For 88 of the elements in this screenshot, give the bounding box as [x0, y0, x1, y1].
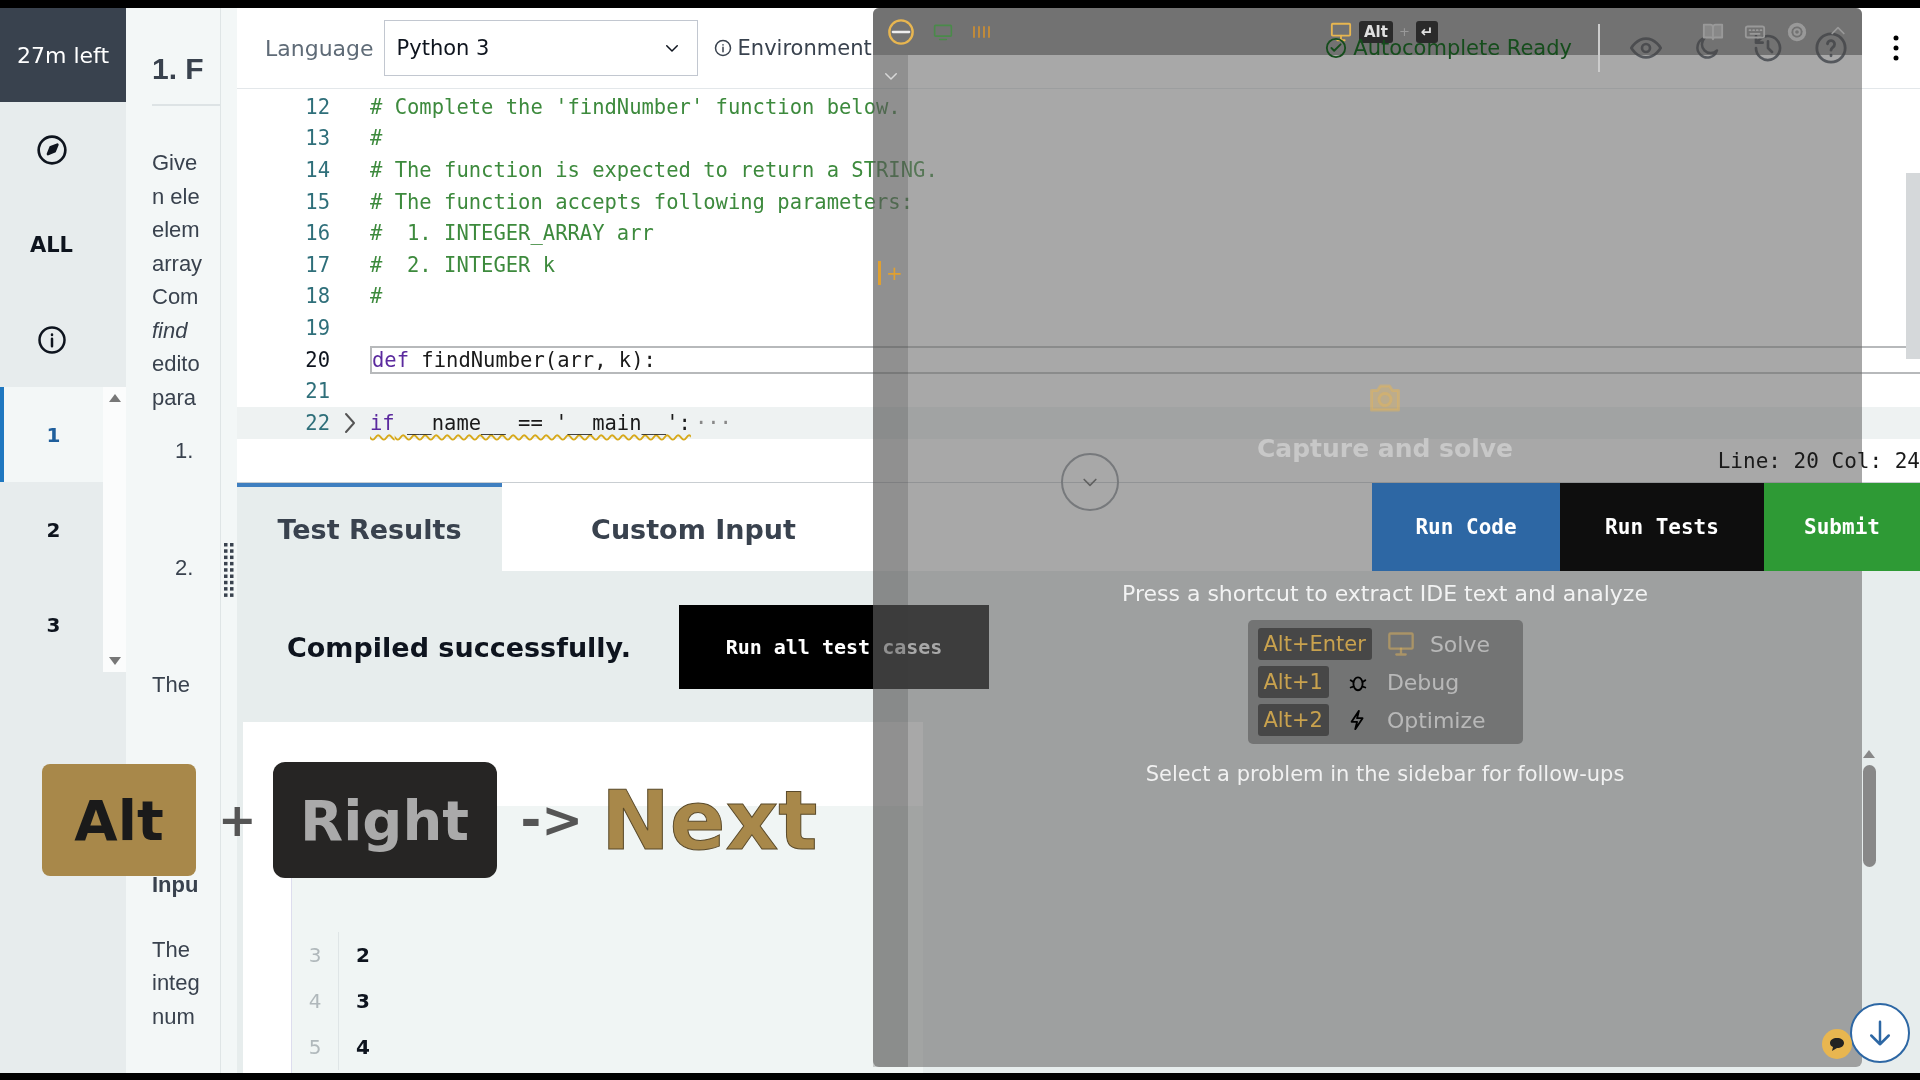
monitor-icon [1329, 20, 1353, 43]
environment-link[interactable]: Environment [713, 36, 872, 60]
code-line: # 1. INTEGER_ARRAY arr [370, 220, 654, 248]
hotkey-plus: + [1398, 24, 1410, 39]
overlay-footer: Select a problem in the sidebar for follow-ups [1145, 762, 1625, 786]
code-line: def findNumber(arr, k): [370, 345, 1920, 374]
more-icon [1892, 35, 1900, 61]
signal-bars-icon [971, 24, 991, 39]
shortcut-key[interactable]: Alt+Enter [1257, 628, 1372, 660]
problem-text: 2. [174, 554, 195, 582]
key-cap: Right [272, 762, 497, 878]
line-number: 17 [304, 252, 330, 277]
problem-text: edito [152, 350, 201, 378]
scroll-up-icon [107, 393, 122, 403]
question-tab[interactable]: 3 [0, 577, 103, 672]
problem-text: Give [152, 149, 199, 177]
submit-button[interactable]: Submit [1764, 483, 1920, 571]
problem-text: The [152, 935, 191, 964]
line-number: 4 [292, 978, 339, 1024]
line-number: 14 [304, 158, 330, 182]
problem-text: The [152, 671, 191, 699]
hotkey-key: Alt [1359, 20, 1393, 43]
scrollbar-thumb[interactable] [1862, 765, 1876, 867]
problem-text: num [152, 1002, 196, 1031]
code-line: # [370, 283, 383, 311]
drag-handle-icon [224, 542, 234, 599]
shortcut-key[interactable]: Alt+2 [1257, 704, 1329, 736]
output-value: 2 [356, 943, 370, 967]
run-button[interactable]: Run Code [1372, 483, 1560, 571]
line-number: 20 [304, 347, 330, 372]
problem-text: elem [152, 216, 201, 244]
run-all-button[interactable]: Run all test cases [679, 605, 989, 689]
scroll-down-button[interactable] [1850, 1003, 1910, 1063]
scroll-down-icon [107, 656, 122, 666]
problem-text: integ [152, 969, 201, 997]
line-number: 15 [304, 189, 330, 214]
line-number: 12 [304, 94, 330, 119]
arrow-sign: -> [520, 791, 584, 849]
overlay-hint: Press a shortcut to extract IDE text and analyze [1122, 581, 1648, 606]
check-circle-icon [1325, 37, 1348, 59]
chat-icon[interactable] [1822, 1029, 1852, 1059]
timer: 27m left [0, 8, 126, 102]
speech-bubble-icon [1828, 1036, 1846, 1052]
shortcut-key[interactable]: Alt+1 [1257, 666, 1329, 698]
scroll-up-icon [1862, 749, 1876, 759]
output-value: 4 [356, 1035, 370, 1059]
key-cap: Alt [42, 764, 196, 876]
line-number: 3 [292, 932, 339, 978]
output-value: 3 [356, 989, 370, 1013]
compass-icon [35, 133, 68, 166]
line-number: 16 [304, 221, 330, 246]
problem-text: 1. [174, 437, 195, 465]
monitor-icon [1385, 630, 1416, 658]
action-label: Next [601, 772, 818, 868]
line-number: 13 [304, 126, 330, 151]
problem-text: n ele [152, 182, 201, 211]
code-line: # [370, 125, 383, 153]
shortcut-label: Solve [1429, 631, 1490, 657]
line-number: 21 [304, 379, 330, 404]
question-tab[interactable]: 1 [0, 387, 103, 482]
problem-text: find [152, 316, 189, 345]
line-number: 19 [304, 315, 330, 340]
question-tab[interactable]: 2 [0, 482, 103, 577]
code-line: # 2. INTEGER k [370, 251, 556, 279]
history-icon [1752, 32, 1784, 64]
panel-tab[interactable]: Test Results [237, 483, 502, 571]
problem-text: Com [152, 283, 200, 311]
run-button[interactable]: Run Tests [1560, 483, 1764, 571]
settings-icon [1786, 20, 1808, 43]
problem-text: para [152, 383, 198, 412]
problem-text: array [152, 249, 204, 278]
all-questions-link[interactable]: ALL [30, 232, 73, 257]
info-icon [36, 324, 67, 355]
compile-message: Compiled successfully. [287, 631, 631, 663]
line-number: 22 [304, 410, 330, 435]
shortcut-label: Debug [1386, 669, 1460, 695]
code-line: if __name__ == '__main__': [370, 409, 691, 437]
collapse-button[interactable] [1061, 453, 1119, 511]
help-icon [1814, 31, 1848, 65]
line-number: 18 [304, 284, 330, 309]
language-label: Language [265, 35, 374, 61]
scrollbar[interactable] [1906, 173, 1920, 359]
line-number: 5 [292, 1024, 339, 1070]
info-icon [713, 39, 732, 57]
logo-icon [887, 17, 915, 46]
plus-sign: + [218, 793, 257, 847]
shortcut-label: Optimize [1386, 707, 1486, 733]
language-select[interactable]: Python 3 [383, 20, 698, 76]
